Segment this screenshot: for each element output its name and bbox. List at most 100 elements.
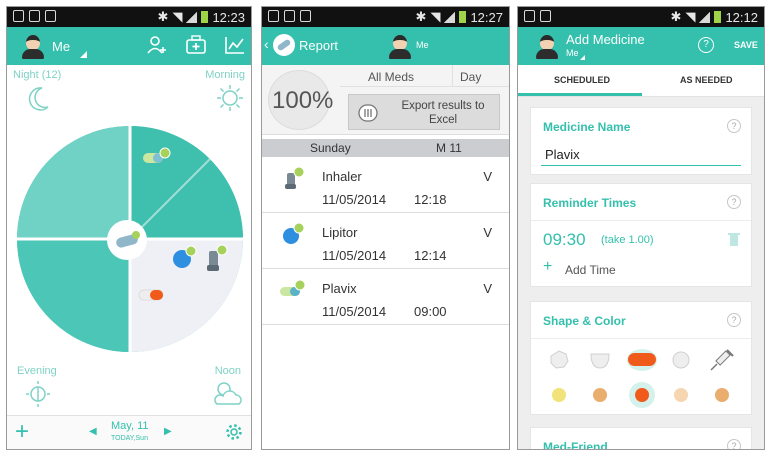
completion-percent: 100% [272, 87, 334, 114]
signal-icon [186, 11, 198, 23]
noon-label: Noon [214, 365, 241, 377]
reminder-time[interactable]: 09:30 [543, 230, 586, 250]
notification-icon [524, 10, 535, 22]
wifi-icon: ◥ [430, 9, 441, 24]
help-icon[interactable]: ? [727, 195, 741, 209]
user-dropdown-icon[interactable] [580, 55, 585, 60]
phone-wheel-screen: ✱ ◥ 12:23 Me Night (12) Morning Evening … [6, 6, 252, 450]
shape-color-card: Shape & Color ? [530, 301, 752, 415]
help-icon[interactable]: ? [727, 439, 741, 449]
help-icon[interactable]: ? [727, 313, 741, 327]
user-name[interactable]: Me [566, 48, 579, 58]
morning-label: Morning [205, 69, 245, 81]
filter-all-meds[interactable]: All Meds [368, 70, 414, 84]
add-icon[interactable]: + [15, 418, 29, 446]
half-round-pill-shape-icon[interactable] [589, 350, 611, 370]
syringe-shape-icon[interactable] [707, 346, 737, 374]
tab-scheduled[interactable]: SCHEDULED [554, 75, 610, 85]
med-name: Inhaler [322, 169, 362, 184]
add-time-label[interactable]: Add Time [565, 263, 616, 277]
evening-label: Evening [17, 365, 57, 377]
current-day: TODAY,Sun [111, 435, 148, 442]
pill-bottle-icon [116, 231, 140, 248]
day-header: Sunday M 11 [262, 139, 509, 157]
inhaler-icon [207, 244, 228, 271]
trash-icon[interactable] [727, 231, 741, 247]
avatar[interactable] [535, 33, 559, 59]
med-friend-title: Med-Friend [543, 440, 608, 450]
sunset-icon [26, 381, 50, 407]
light-brown-color-swatch[interactable] [715, 388, 729, 402]
battery-icon [201, 11, 209, 23]
taken-mark: V [483, 169, 492, 184]
reminder-dose[interactable]: (take 1.00) [601, 234, 654, 246]
report-row[interactable]: Plavix 11/05/2014 09:00 V [262, 269, 509, 325]
day-name: Sunday [310, 141, 351, 155]
bluetooth-icon: ✱ [415, 9, 427, 24]
screen-title: Report [299, 38, 339, 53]
night-label: Night (12) [13, 69, 62, 81]
peach-color-swatch[interactable] [674, 388, 688, 402]
bluetooth-icon: ✱ [157, 9, 169, 24]
save-button[interactable]: SAVE [734, 40, 758, 50]
capsule-icon [143, 147, 171, 163]
settings-gear-icon[interactable] [225, 423, 243, 441]
avatar[interactable] [21, 33, 45, 59]
medicine-name-card: Medicine Name ? Plavix [530, 107, 752, 175]
add-time-icon[interactable]: + [543, 258, 552, 276]
report-row[interactable]: Inhaler 11/05/2014 12:18 V [262, 157, 509, 213]
reminder-times-title: Reminder Times [543, 196, 637, 210]
status-time: 12:23 [212, 9, 245, 25]
status-time: 12:12 [725, 9, 758, 25]
export-excel-button[interactable]: Export results to Excel [348, 94, 500, 130]
tan-color-swatch[interactable] [593, 388, 607, 402]
filter-day[interactable]: Day [460, 70, 481, 84]
med-time: 12:18 [414, 192, 447, 207]
prev-day-icon[interactable]: ◀ [89, 426, 97, 437]
oval-pill-shape-icon[interactable] [671, 350, 691, 370]
export-button-label: Export results to Excel [401, 100, 485, 126]
signal-icon [699, 11, 711, 23]
report-row[interactable]: Lipitor 11/05/2014 12:14 V [262, 213, 509, 269]
blue-tablet-icon [173, 245, 197, 268]
export-icon [358, 104, 378, 122]
med-date: 11/05/2014 [322, 192, 387, 207]
med-time: 09:00 [414, 304, 447, 319]
med-name: Lipitor [322, 225, 358, 240]
yellow-color-swatch[interactable] [552, 388, 566, 402]
app-icon [540, 10, 551, 22]
medicine-kit-icon[interactable] [185, 35, 207, 55]
notification-icon [13, 10, 24, 22]
app-bar: Add Medicine Me ? SAVE [518, 27, 764, 65]
signal-icon [444, 11, 456, 23]
reminder-times-card: Reminder Times ? 09:30 (take 1.00) + Add… [530, 183, 752, 287]
next-day-icon[interactable]: ▶ [164, 426, 172, 437]
chart-icon[interactable] [224, 35, 246, 55]
help-icon[interactable]: ? [698, 37, 714, 53]
medicine-name-input[interactable]: Plavix [541, 144, 741, 166]
user-name[interactable]: Me [416, 40, 429, 50]
shape-color-title: Shape & Color [543, 314, 626, 328]
notification-icon [268, 10, 279, 22]
phone-add-medicine-screen: ✱ ◥ 12:12 Add Medicine Me ? SAVE SCHEDULED… [517, 6, 765, 450]
app-icon [300, 10, 311, 22]
avatar[interactable] [388, 33, 412, 59]
app-icon [45, 10, 56, 22]
round-pill-shape-icon[interactable] [549, 350, 569, 370]
report-app-icon[interactable] [273, 34, 295, 56]
phone-report-screen: ✱ ◥ 12:27 ‹ Report Me 100% All Meds Day Ex… [261, 6, 510, 450]
status-bar: ✱ ◥ 12:12 [518, 7, 764, 27]
back-chevron-icon[interactable]: ‹ [264, 36, 269, 52]
user-name[interactable]: Me [52, 39, 70, 54]
capsule-shape-icon[interactable] [628, 353, 656, 366]
med-date: 11/05/2014 [322, 304, 387, 319]
cloudy-sun-icon [214, 382, 242, 405]
tab-as-needed[interactable]: AS NEEDED [680, 75, 733, 85]
image-icon [284, 10, 295, 22]
user-dropdown-icon[interactable] [80, 51, 87, 58]
tab-bar: SCHEDULED AS NEEDED [518, 65, 764, 97]
add-user-icon[interactable] [146, 34, 168, 56]
active-tab-indicator [518, 93, 642, 96]
help-icon[interactable]: ? [727, 119, 741, 133]
orange-color-swatch[interactable] [635, 388, 649, 402]
